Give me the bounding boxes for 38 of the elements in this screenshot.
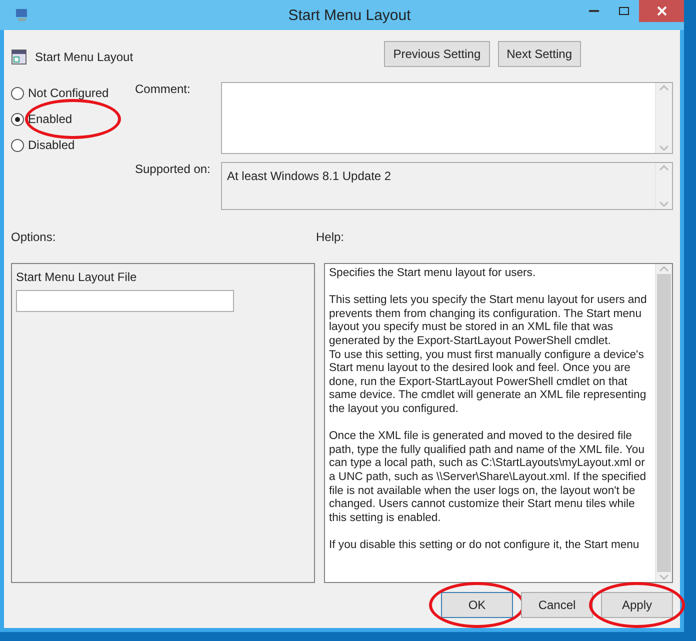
layout-file-field[interactable] bbox=[16, 290, 234, 312]
radio-label: Enabled bbox=[28, 112, 72, 126]
scroll-down-icon[interactable] bbox=[659, 145, 669, 151]
comment-label: Comment: bbox=[135, 82, 192, 98]
scroll-down-icon[interactable] bbox=[659, 574, 669, 580]
policy-name: Start Menu Layout bbox=[35, 50, 134, 64]
maximize-icon bbox=[619, 7, 629, 15]
scroll-up-icon[interactable] bbox=[659, 165, 669, 171]
radio-label: Not Configured bbox=[28, 86, 109, 100]
scrollbar-thumb[interactable] bbox=[657, 274, 671, 572]
radio-button[interactable] bbox=[11, 112, 24, 126]
computer-icon bbox=[14, 7, 30, 23]
close-icon bbox=[656, 6, 666, 16]
radio-button[interactable] bbox=[11, 138, 24, 152]
options-label: Options: bbox=[11, 230, 57, 244]
help-paragraph: Once the XML file is generated and moved to the desired file path, type the fully qualified path and name of the XML file. You can type a local path, such as C:\StartLayouts\myLayout.xml or a UNC path, such as \\Server\Share\Layout.xml. If the specified file is not available when the user logs on, the layout won't be changed. Users cannot customize their Start menu tiles while this setting is enabled. bbox=[329, 430, 648, 526]
policy-icon bbox=[11, 49, 27, 65]
help-label: Help: bbox=[316, 230, 344, 244]
field-label: Start Menu Layout File bbox=[16, 270, 138, 284]
dialog-button[interactable]: Cancel bbox=[521, 592, 593, 618]
comment-field[interactable] bbox=[221, 82, 673, 154]
close-button[interactable] bbox=[639, 0, 684, 22]
scroll-down-icon[interactable] bbox=[659, 201, 669, 207]
help-paragraph: This setting lets you specify the Start menu layout for users and prevents them from changing its configuration. The Start menu layout you specify must be stored in an XML file that was generated by the Export-StartLayout PowerShell cmdlet. To use this setting, you must first manually configure a device's Start menu layout to the desired look and feel. Once you are done, run the Export-StartLayout PowerShell cmdlet on that same device. The cmdlet will generate an XML file representing the layout you configured. bbox=[329, 294, 648, 417]
radio-label: Disabled bbox=[28, 138, 75, 152]
supported-value: At least Windows 8.1 Update 2 bbox=[226, 168, 392, 185]
help-paragraph: Specifies the Start menu layout for users. bbox=[329, 267, 537, 281]
scroll-up-icon[interactable] bbox=[659, 85, 669, 91]
dialog-button[interactable]: Apply bbox=[601, 592, 673, 618]
help-paragraph: If you disable this setting or do not configure it, the Start menu bbox=[329, 538, 640, 552]
radio-button[interactable] bbox=[11, 86, 24, 100]
nav-button[interactable]: Previous Setting bbox=[384, 41, 490, 67]
nav-button[interactable]: Next Setting bbox=[498, 41, 581, 67]
window-title: Start Menu Layout bbox=[287, 6, 412, 24]
supported-label: Supported on: bbox=[135, 162, 212, 178]
scroll-up-icon[interactable] bbox=[659, 266, 669, 272]
dialog-button[interactable]: OK bbox=[441, 592, 513, 618]
minimize-icon bbox=[589, 10, 599, 12]
